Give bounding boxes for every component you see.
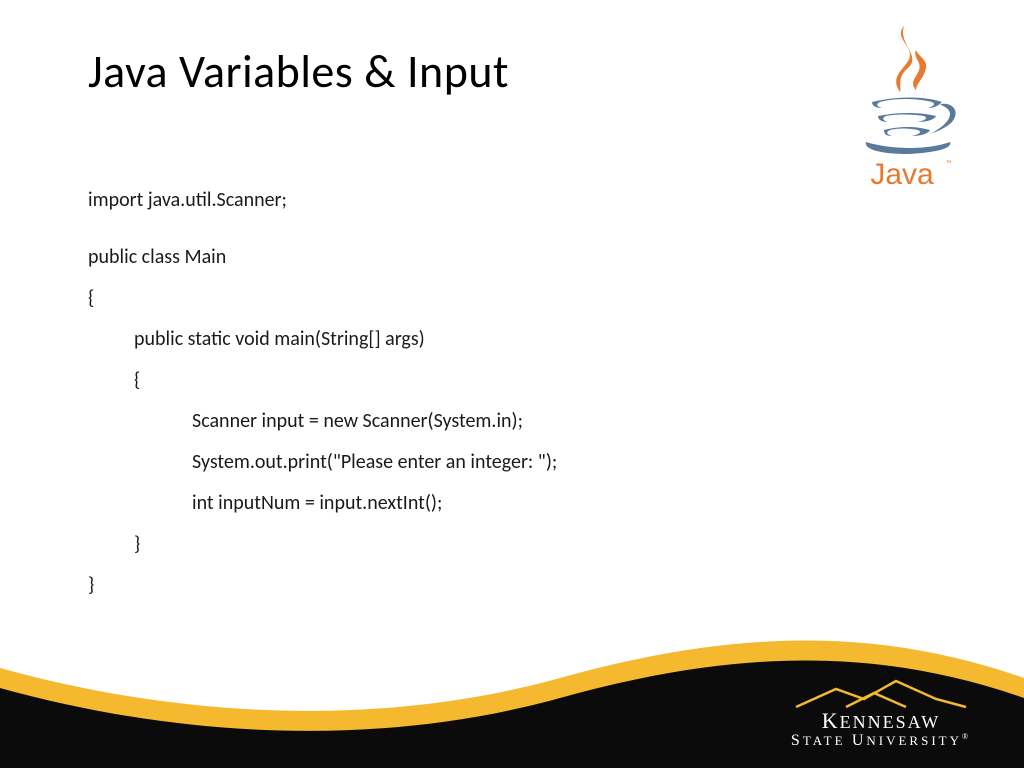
- code-line: public class Main: [88, 245, 557, 270]
- code-line: {: [88, 286, 557, 311]
- code-line: public static void main(String[] args): [88, 327, 557, 352]
- ksu-line2: STATE UNIVERSITY®: [786, 732, 976, 750]
- code-line: int inputNum = input.nextInt();: [88, 491, 557, 516]
- code-line: {: [88, 368, 557, 393]
- code-block: import java.util.Scanner; public class M…: [88, 188, 557, 614]
- java-wordmark: Java: [870, 158, 934, 190]
- code-line: }: [88, 573, 557, 598]
- ksu-line1: KENNESAW: [786, 711, 976, 732]
- code-line: }: [88, 532, 557, 557]
- slide: Java Variables & Input Java ™ import jav…: [0, 0, 1024, 768]
- code-line: System.out.print("Please enter an intege…: [88, 450, 557, 475]
- slide-title: Java Variables & Input: [88, 44, 509, 100]
- code-line: Scanner input = new Scanner(System.in);: [88, 409, 557, 434]
- java-logo-icon: Java ™: [842, 20, 962, 190]
- svg-text:™: ™: [946, 159, 952, 169]
- ksu-logo-icon: KENNESAW STATE UNIVERSITY®: [786, 675, 976, 750]
- code-line: import java.util.Scanner;: [88, 188, 557, 213]
